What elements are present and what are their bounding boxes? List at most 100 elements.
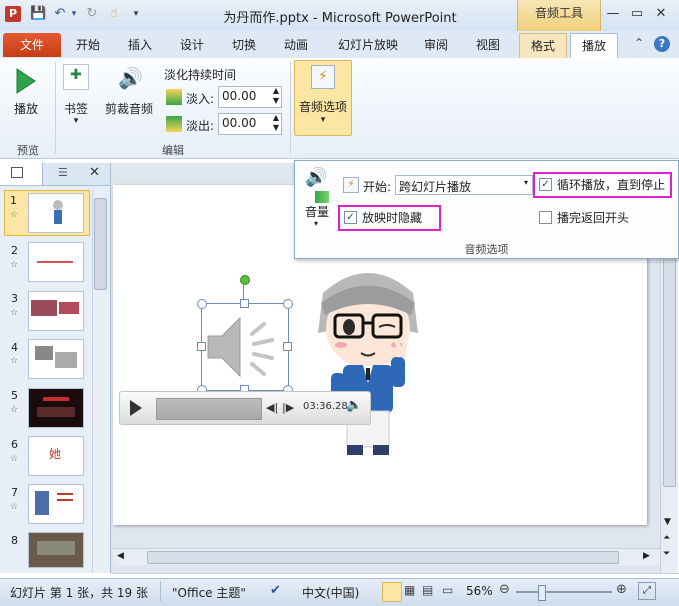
resize-handle[interactable] [283,299,293,309]
minimize-ribbon-icon[interactable]: ⌃ [634,36,644,50]
star-icon: ☆ [10,454,19,464]
fade-out-label: 淡出: [186,119,215,133]
player-skip-back-icon[interactable]: ◀| [266,401,278,414]
language-status[interactable]: 中文(中国) [302,584,359,601]
redo-icon[interactable]: ↻ [84,6,100,22]
slide-number: 6 [11,438,18,451]
tab-file[interactable]: 文件 [3,33,61,57]
slide-sorter-icon[interactable]: ▦ [404,583,415,597]
start-select-value: 跨幻灯片播放 [399,180,472,194]
fade-out-field[interactable]: 00.00 ▲ ▼ [218,113,282,135]
audio-options-group-label: 音频选项 [464,243,509,256]
volume-label[interactable]: 音量 [305,203,329,220]
chevron-down-icon: ▾ [320,115,326,125]
slide-number: 2 [11,244,18,257]
trim-audio-icon: 🔊 [118,66,143,90]
powerpoint-app-icon[interactable]: P [5,6,21,22]
player-progress-bar[interactable] [156,398,262,420]
loop-checkbox[interactable]: ✓ [539,178,552,191]
scroll-thumb [94,198,107,290]
help-icon[interactable]: ? [654,36,670,52]
play-label: 播放 [13,102,38,116]
slide-thumb-5[interactable] [28,388,84,428]
tab-animations[interactable]: 动画 [274,35,318,56]
fade-in-icon [166,89,182,105]
normal-view-icon[interactable] [382,582,402,602]
rewind-checkbox[interactable] [539,211,552,224]
tab-design[interactable]: 设计 [170,35,214,56]
fit-to-window-icon[interactable]: ⤢ [638,582,656,600]
slide-thumb-8[interactable] [28,532,84,568]
slide-thumb-1[interactable] [28,193,84,233]
group-separator [55,62,56,154]
slide-count-status[interactable]: 幻灯片 第 1 张，共 19 张 [10,584,148,601]
audio-options-icon: ⚡ [311,65,335,89]
slide-number: 4 [11,341,18,354]
tab-transitions[interactable]: 切换 [222,35,266,56]
spinner-icon[interactable]: ▲ ▼ [273,86,279,106]
star-icon: ☆ [10,356,19,366]
slide-thumb-4[interactable] [28,339,84,379]
tab-slides-view[interactable] [0,163,43,185]
slide-thumb-2[interactable] [28,242,84,282]
fade-duration-title: 淡化持续时间 [164,68,237,82]
play-button[interactable]: 播放 [4,62,48,122]
trim-audio-label: 剪裁音频 [104,102,153,116]
tab-view[interactable]: 视图 [466,35,510,56]
resize-handle[interactable] [197,299,207,309]
hide-during-show-checkbox[interactable]: ✓ [344,211,357,224]
tab-format[interactable]: 格式 [519,33,567,58]
scroll-down-icon: ▼ [664,517,671,527]
bookmark-button[interactable]: ✚ 书签 ▾ [58,62,94,134]
minimize-icon[interactable]: — [602,4,624,24]
fade-out-icon [166,116,182,132]
slideshow-view-icon[interactable]: ▭ [442,583,453,597]
tab-home[interactable]: 开始 [66,35,110,56]
trim-audio-button[interactable]: 🔊 剪裁音频 [100,62,158,122]
tab-outline-view[interactable]: ☰ [44,163,86,185]
start-select[interactable]: 跨幻灯片播放 ▾ [395,175,533,195]
status-bar: 幻灯片 第 1 张，共 19 张 "Office 主题" ✔ 中文(中国) ▦ … [0,578,679,606]
chevron-down-icon: ▾ [73,116,79,126]
rotation-handle[interactable] [240,275,250,285]
player-play-icon[interactable] [130,400,142,416]
theme-status[interactable]: "Office 主题" [172,584,246,601]
slides-pane-scrollbar[interactable] [92,190,107,573]
zoom-slider-track[interactable] [516,591,612,593]
spell-check-icon[interactable]: ✔ [270,583,281,598]
touch-mode-icon[interactable]: ☝ [106,6,122,22]
fade-in-field[interactable]: 00.00 ▲ ▼ [218,86,282,108]
restore-icon[interactable]: ▭ [626,4,648,24]
player-volume-icon[interactable]: 🔈 [346,398,362,413]
slides-tab-icon [11,167,23,178]
slide-thumb-3[interactable] [28,291,84,331]
tab-playback[interactable]: 播放 [570,33,618,60]
reading-view-icon[interactable]: ▤ [422,583,433,597]
horizontal-scrollbar[interactable]: ◀ ▶ [113,548,660,565]
spinner-icon[interactable]: ▲ ▼ [273,113,279,133]
close-pane-icon[interactable]: ✕ [89,165,100,180]
zoom-out-icon[interactable]: ⊖ [499,582,510,597]
tab-insert[interactable]: 插入 [118,35,162,56]
close-icon[interactable]: ✕ [650,4,672,24]
tab-review[interactable]: 审阅 [414,35,458,56]
zoom-slider-thumb[interactable] [538,585,546,601]
audio-options-button[interactable]: ⚡ 音频选项 ▾ [294,60,352,136]
slide-number: 7 [11,486,18,499]
chevron-down-icon[interactable]: ▾ [314,219,318,228]
player-skip-forward-icon[interactable]: |▶ [282,401,294,414]
tab-slideshow[interactable]: 幻灯片放映 [330,35,406,56]
audio-icon-selection[interactable] [201,303,289,391]
resize-handle[interactable] [240,299,249,308]
resize-handle[interactable] [283,342,292,351]
zoom-level[interactable]: 56% [466,584,493,598]
resize-handle[interactable] [197,342,206,351]
slide-number: 3 [11,292,18,305]
slide-thumb-6[interactable]: 她 [28,436,84,476]
customize-quick-access-icon[interactable]: ▾ [128,6,144,22]
zoom-in-icon[interactable]: ⊕ [616,582,627,597]
audio-tools-context-header: 音频工具 [517,0,601,31]
slide-thumb-7[interactable] [28,484,84,524]
undo-dropdown-icon[interactable]: ▾ [66,6,82,22]
save-icon[interactable]: 💾 [30,6,46,22]
